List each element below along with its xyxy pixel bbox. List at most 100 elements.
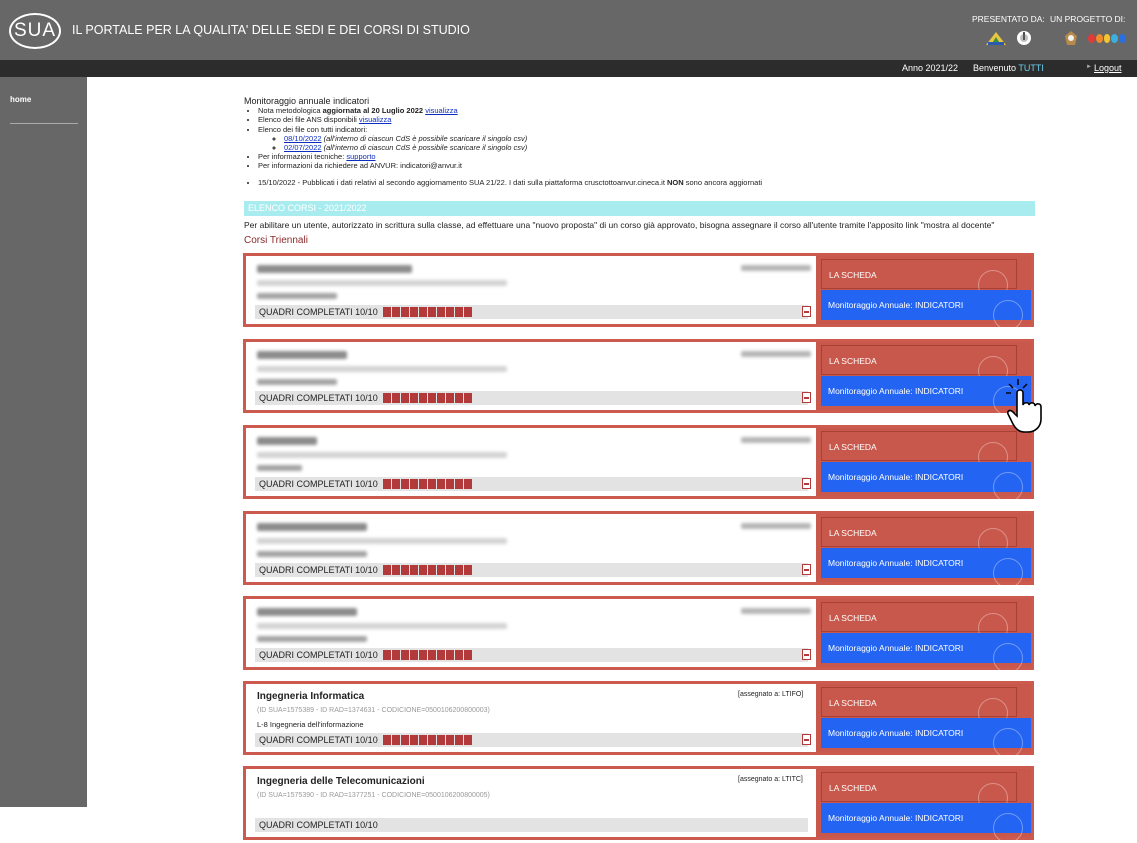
section-title: Corsi Triennali — [244, 235, 308, 246]
blurred-class — [257, 379, 337, 385]
blurred-course-name — [257, 608, 357, 616]
indicatori-button[interactable]: Monitoraggio Annuale: INDICATORI — [821, 803, 1031, 843]
news-text: 15/10/2022 - Pubblicati i dati relativi … — [258, 177, 665, 187]
blurred-course-name — [257, 523, 367, 531]
pdf-icon[interactable] — [802, 306, 811, 317]
quadri-label: QUADRI COMPLETATI 10/10 — [259, 479, 378, 489]
card-actions: LA SCHEDA Monitoraggio Annuale: INDICATOR… — [816, 428, 1031, 502]
list-item: Per informazioni tecniche: supporto — [258, 152, 1044, 161]
quadri-progress — [383, 393, 472, 403]
nota-date: aggiornata al 20 Luglio 2022 — [322, 106, 424, 116]
scheda-button[interactable]: LA SCHEDA — [821, 259, 1017, 300]
news-list: 15/10/2022 - Pubblicati i dati relativi … — [244, 178, 1044, 187]
scheda-button[interactable]: LA SCHEDA — [821, 602, 1017, 643]
card-actions: LA SCHEDA Monitoraggio Annuale: INDICATOR… — [816, 599, 1031, 673]
logout-arrow-icon: ► — [1086, 64, 1092, 70]
course-assignment: [assegnato a: LTITC] — [738, 776, 803, 783]
portal-title: IL PORTALE PER LA QUALITA' DELLE SEDI E … — [72, 23, 470, 37]
card-actions: LA SCHEDA Monitoraggio Annuale: INDICATOR… — [816, 342, 1031, 416]
pdf-icon[interactable] — [802, 649, 811, 660]
quadri-bar: QUADRI COMPLETATI 10/10 — [255, 305, 811, 319]
course-card: QUADRI COMPLETATI 10/10 LA SCHEDA Monitor… — [243, 596, 1034, 673]
pdf-icon[interactable] — [802, 564, 811, 575]
news-end: sono ancora aggiornati — [685, 177, 763, 187]
indicatori-button[interactable]: Monitoraggio Annuale: INDICATORI — [821, 462, 1031, 502]
indicatori-button[interactable]: Monitoraggio Annuale: INDICATORI — [821, 290, 1031, 330]
card-actions: LA SCHEDA Monitoraggio Annuale: INDICATOR… — [816, 256, 1031, 330]
user-name: TUTTI — [1018, 63, 1044, 73]
quadri-label: QUADRI COMPLETATI 10/10 — [259, 307, 378, 317]
info-title: Monitoraggio annuale indicatori — [244, 96, 370, 106]
blurred-class — [257, 293, 337, 299]
mur-logo-icon[interactable] — [1088, 30, 1126, 46]
news-bold: NON — [667, 177, 684, 187]
course-ids: (ID SUA=1575389 - ID RAD=1374631 - CODIC… — [257, 707, 490, 714]
sua-logo[interactable]: SUA — [9, 13, 61, 49]
card-actions: LA SCHEDA Monitoraggio Annuale: INDICATOR… — [816, 514, 1031, 588]
pdf-icon[interactable] — [802, 392, 811, 403]
ministry-emblem-icon[interactable] — [1063, 30, 1079, 46]
file-link-2[interactable]: 02/07/2022 — [284, 143, 322, 152]
quadri-progress — [383, 565, 472, 575]
scheda-button[interactable]: LA SCHEDA — [821, 345, 1017, 386]
course-name[interactable]: Ingegneria Informatica — [257, 691, 364, 702]
quadri-progress — [383, 735, 472, 745]
ans-link[interactable]: visualizza — [359, 115, 392, 124]
anvur-contact: Per informazioni da richiedere ad ANVUR:… — [258, 161, 462, 171]
blurred-course-name — [257, 351, 347, 359]
assignment-notice: Per abilitare un utente, autorizzato in … — [244, 220, 995, 230]
indicatori-button[interactable]: Monitoraggio Annuale: INDICATORI — [821, 718, 1031, 758]
list-item: Elenco dei file ANS disponibili visualiz… — [258, 115, 1044, 124]
quadri-label: QUADRI COMPLETATI 10/10 — [259, 565, 378, 575]
card-actions: LA SCHEDA Monitoraggio Annuale: INDICATOR… — [816, 769, 1031, 843]
list-item: Nota metodologica aggiornata al 20 Lugli… — [258, 106, 1044, 115]
list-item: 08/10/2022 (all'interno di ciascun CdS è… — [284, 134, 1044, 143]
course-assignment: [assegnato a: LTIFO] — [738, 691, 804, 698]
indicatori-button[interactable]: Monitoraggio Annuale: INDICATORI — [821, 633, 1031, 673]
top-header: SUA IL PORTALE PER LA QUALITA' DELLE SED… — [0, 0, 1137, 60]
nota-link[interactable]: visualizza — [425, 106, 458, 115]
course-card: QUADRI COMPLETATI 10/10 LA SCHEDA Monitor… — [243, 425, 1034, 502]
anvur-logo-icon[interactable] — [985, 30, 1007, 46]
tech-label: Per informazioni tecniche: — [258, 152, 345, 162]
nav-home-link[interactable]: home — [10, 95, 31, 104]
file-link-1[interactable]: 08/10/2022 — [284, 134, 322, 143]
blurred-assignment — [741, 523, 811, 529]
scheda-button[interactable]: LA SCHEDA — [821, 431, 1017, 472]
news-item: 15/10/2022 - Pubblicati i dati relativi … — [258, 178, 1044, 187]
scheda-button[interactable]: LA SCHEDA — [821, 687, 1017, 728]
welcome-text: Benvenuto TUTTI — [973, 63, 1044, 73]
quadri-bar: QUADRI COMPLETATI 10/10 — [255, 648, 811, 662]
quadri-progress — [383, 307, 472, 317]
welcome-prefix: Benvenuto — [973, 63, 1017, 73]
indicatori-button[interactable]: Monitoraggio Annuale: INDICATORI — [821, 548, 1031, 588]
scheda-button[interactable]: LA SCHEDA — [821, 772, 1017, 813]
support-link[interactable]: supporto — [346, 152, 375, 161]
course-card: QUADRI COMPLETATI 10/10 LA SCHEDA Monitor… — [243, 511, 1034, 588]
quadri-bar: QUADRI COMPLETATI 10/10 — [255, 477, 811, 491]
all-files-label: Elenco dei file con tutti indicatori: — [258, 124, 368, 134]
blurred-ids — [257, 366, 507, 372]
ans-label: Elenco dei file ANS disponibili — [258, 115, 357, 125]
course-name[interactable]: Ingegneria delle Telecomunicazioni — [257, 776, 425, 787]
project-by-label: UN PROGETTO DI: — [1050, 14, 1126, 24]
cineca-logo-icon[interactable] — [1016, 30, 1032, 46]
sidebar: home — [0, 77, 87, 807]
academic-year: Anno 2021/22 — [902, 63, 959, 73]
scheda-button[interactable]: LA SCHEDA — [821, 517, 1017, 558]
indicatori-button[interactable]: Monitoraggio Annuale: INDICATORI — [821, 376, 1031, 416]
blurred-assignment — [741, 265, 811, 271]
quadri-label: QUADRI COMPLETATI 10/10 — [259, 650, 378, 660]
quadri-bar: QUADRI COMPLETATI 10/10 — [255, 563, 811, 577]
pdf-icon[interactable] — [802, 478, 811, 489]
info-list: Nota metodologica aggiornata al 20 Lugli… — [244, 106, 1044, 170]
pdf-icon[interactable] — [802, 734, 811, 745]
quadri-bar: QUADRI COMPLETATI 10/10 — [255, 818, 808, 832]
course-card: Ingegneria Informatica [assegnato a: LTI… — [243, 681, 1034, 758]
file-note: (all'interno di ciascun CdS è possibile … — [323, 143, 528, 153]
logout-link[interactable]: Logout — [1094, 63, 1122, 73]
course-list-header: ELENCO CORSI - 2021/2022 — [244, 201, 1035, 216]
course-card: QUADRI COMPLETATI 10/10 LA SCHEDA Monitor… — [243, 339, 1034, 416]
quadri-progress — [383, 650, 472, 660]
user-bar: Anno 2021/22 Benvenuto TUTTI ► Logout — [0, 60, 1137, 77]
